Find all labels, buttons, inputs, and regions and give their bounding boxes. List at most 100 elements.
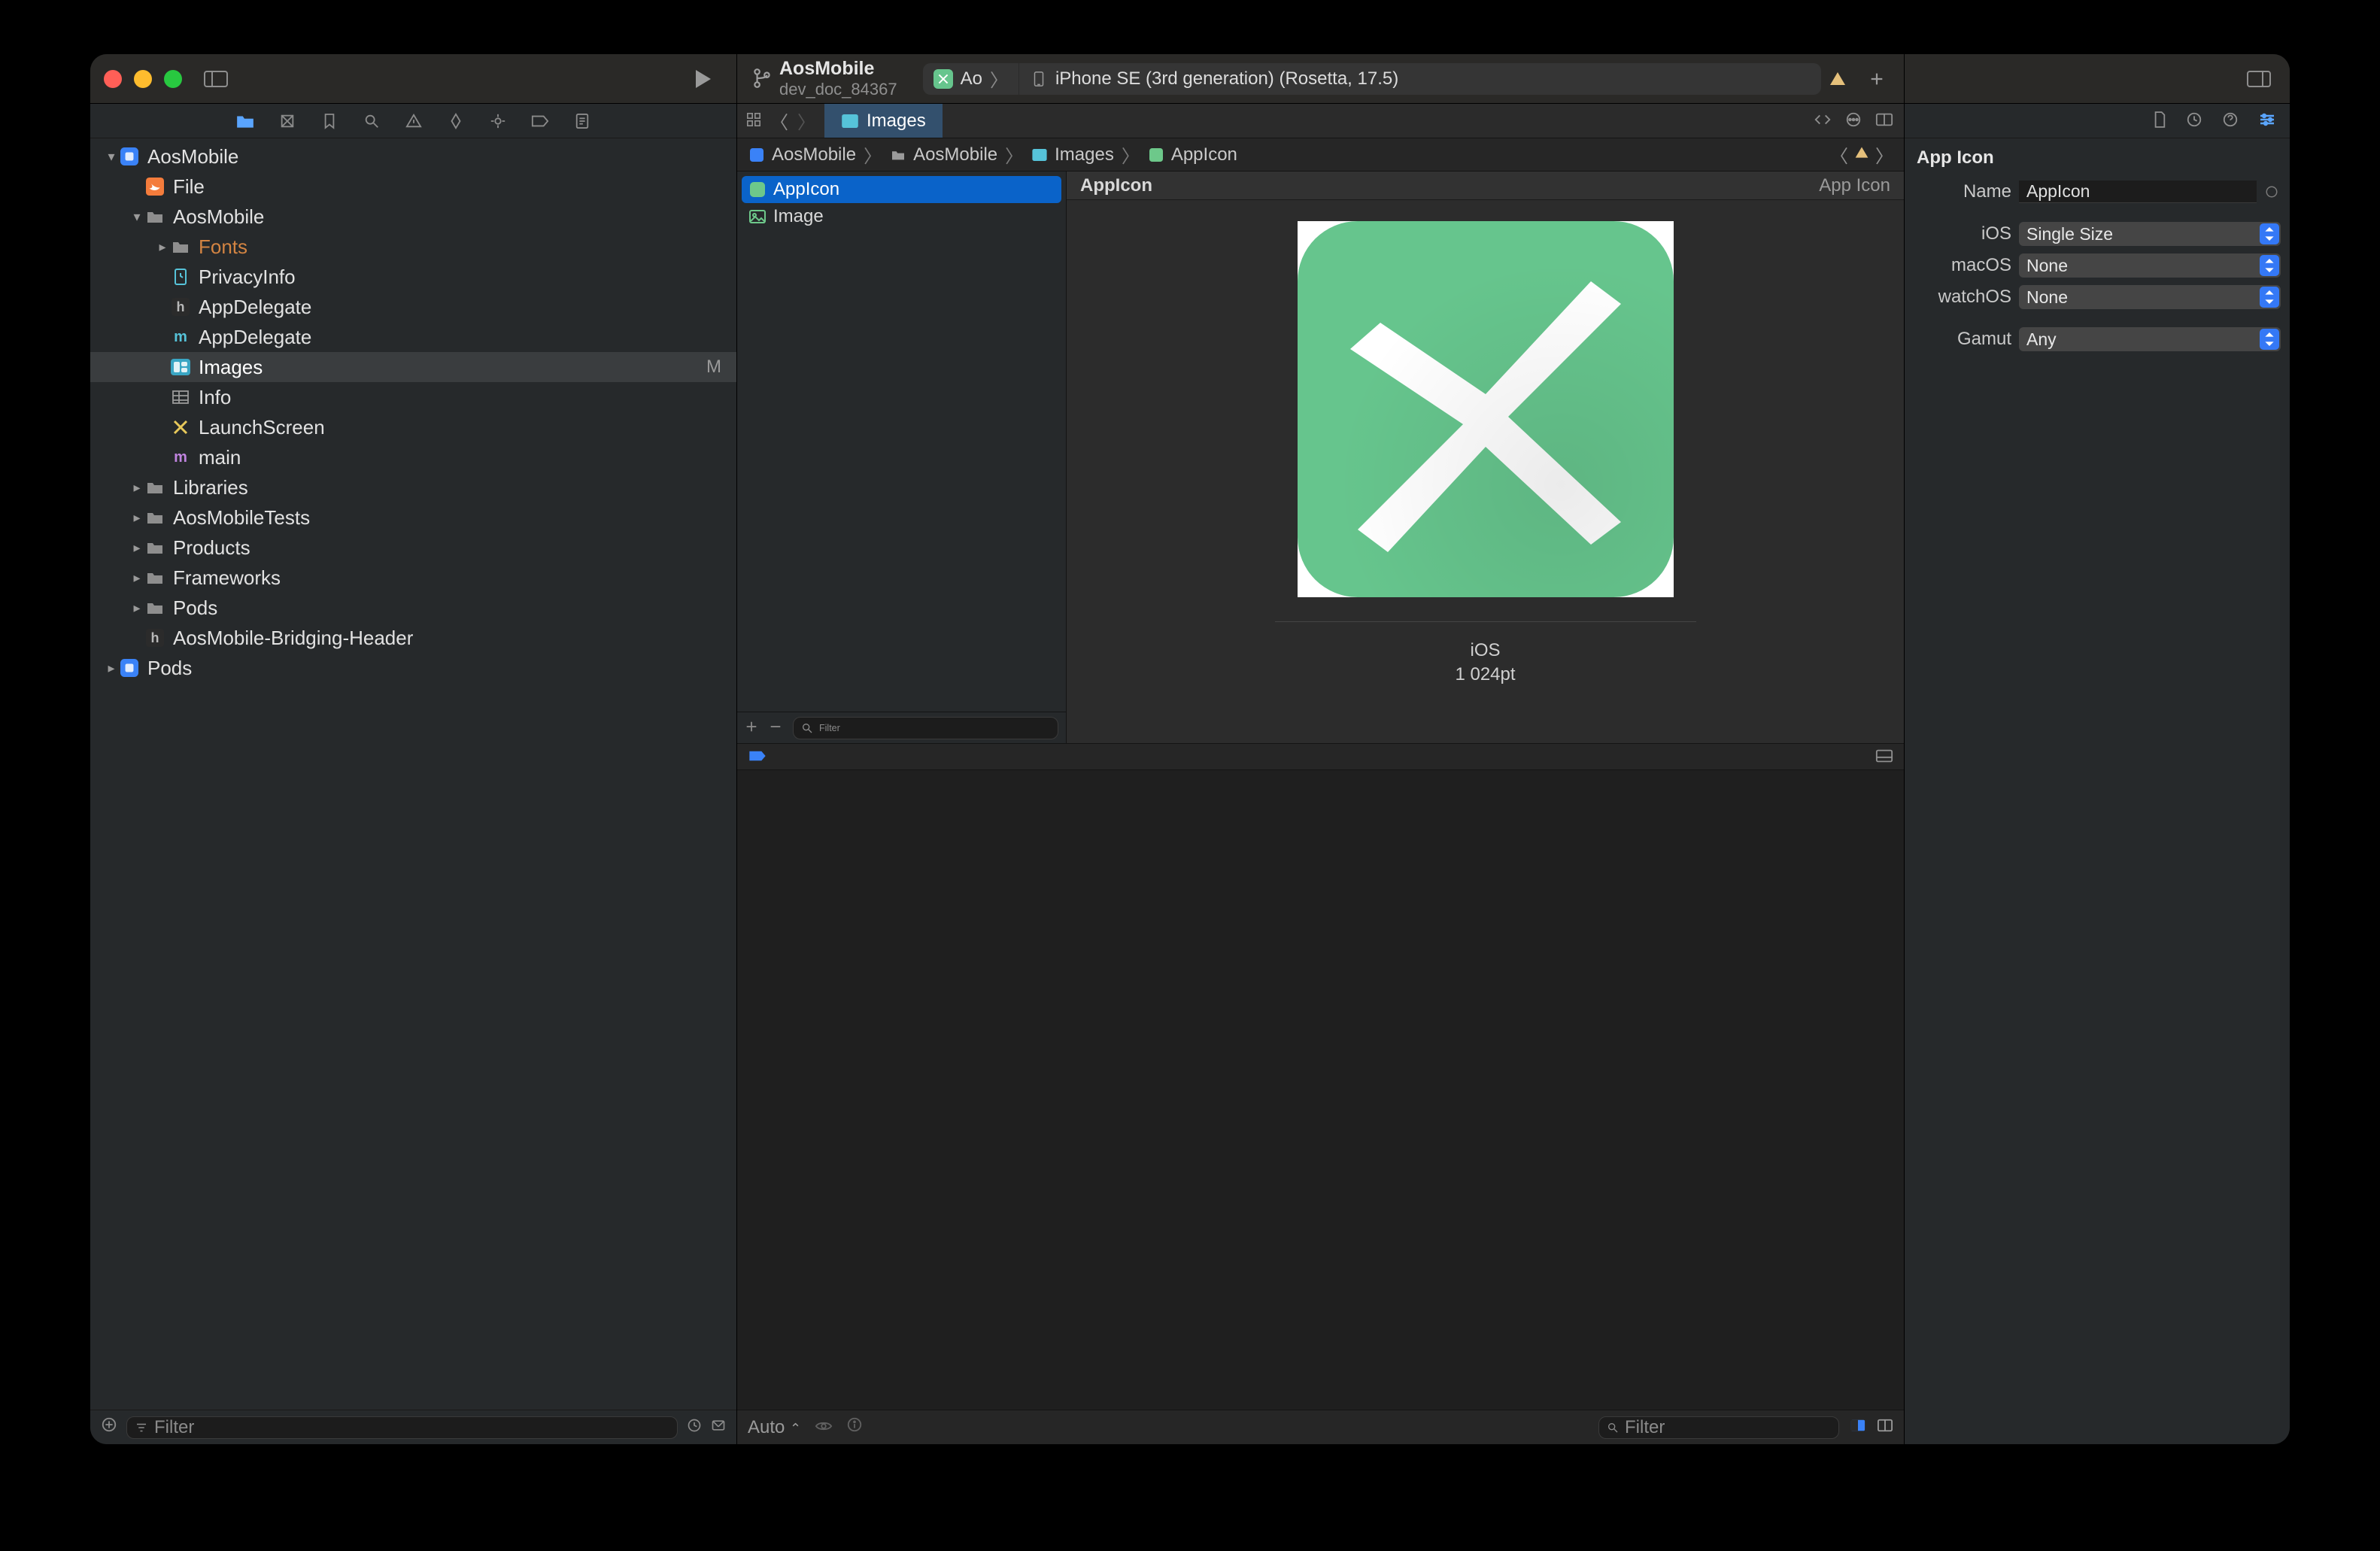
tree-item-label: AosMobile-Bridging-Header xyxy=(173,627,413,650)
tree-row[interactable]: ▸Fonts xyxy=(90,232,736,262)
path-crumb-asset-catalog[interactable]: Images xyxy=(1031,144,1114,165)
tree-row[interactable]: ▸Frameworks xyxy=(90,563,736,593)
disclosure-icon[interactable]: ▸ xyxy=(104,660,119,676)
console-toggle-button[interactable] xyxy=(1875,748,1893,766)
tree-row[interactable]: ▸Libraries xyxy=(90,472,736,502)
tab-images[interactable]: Images xyxy=(824,104,943,138)
disclosure-icon[interactable]: ▸ xyxy=(155,239,170,255)
add-file-button[interactable] xyxy=(101,1416,117,1438)
tree-row[interactable]: mAppDelegate xyxy=(90,322,736,352)
find-navigator-tab[interactable] xyxy=(362,111,381,131)
disclosure-icon[interactable]: ▸ xyxy=(129,570,144,586)
source-control-navigator-tab[interactable] xyxy=(278,111,297,131)
destination-selector[interactable]: iPhone SE (3rd generation) (Rosetta, 17.… xyxy=(1018,63,1821,95)
editor-options-button[interactable] xyxy=(1845,111,1862,130)
tree-row[interactable]: ▸Pods xyxy=(90,653,736,683)
path-crumb-project[interactable]: AosMobile xyxy=(748,144,856,165)
chevron-right-icon: 〉 xyxy=(990,65,1008,92)
tree-row[interactable]: Info xyxy=(90,382,736,412)
scheme-project-block[interactable]: AosMobile dev_doc_84367 xyxy=(748,58,902,99)
add-tab-button[interactable] xyxy=(1868,70,1886,88)
asset-row[interactable]: Image xyxy=(742,203,1061,230)
path-next-button[interactable]: 〉 xyxy=(1875,141,1893,168)
path-prev-button[interactable]: 〈 xyxy=(1830,141,1848,168)
disclosure-icon[interactable]: ▾ xyxy=(104,149,119,165)
attributes-inspector-tab[interactable] xyxy=(2258,112,2276,129)
debug-navigator-tab[interactable] xyxy=(488,111,508,131)
visibility-button[interactable] xyxy=(815,1417,833,1438)
tree-row[interactable]: LaunchScreen xyxy=(90,412,736,442)
tree-row[interactable]: hAppDelegate xyxy=(90,292,736,322)
remove-asset-button[interactable] xyxy=(769,720,782,736)
reports-navigator-tab[interactable] xyxy=(572,111,592,131)
tree-row[interactable]: PrivacyInfo xyxy=(90,262,736,292)
breakpoint-toggle-button[interactable] xyxy=(748,750,767,764)
tree-row[interactable]: ▸AosMobileTests xyxy=(90,502,736,533)
console-view-button[interactable] xyxy=(1877,1417,1893,1438)
asset-label: Image xyxy=(773,206,824,227)
scheme-selector[interactable]: Ao 〉 xyxy=(923,63,1018,95)
tree-row[interactable]: ▾AosMobile xyxy=(90,141,736,171)
project-navigator-tab[interactable] xyxy=(235,111,255,131)
name-label: Name xyxy=(1914,181,2011,202)
tree-row[interactable]: ▸Pods xyxy=(90,593,736,623)
zoom-window-button[interactable] xyxy=(164,70,182,88)
tree-row[interactable]: hAosMobile-Bridging-Header xyxy=(90,623,736,653)
history-inspector-tab[interactable] xyxy=(2186,111,2202,130)
disclosure-icon[interactable]: ▸ xyxy=(129,600,144,616)
tree-item-label: PrivacyInfo xyxy=(199,266,296,289)
inspector-section-title: App Icon xyxy=(1905,138,2290,176)
auto-layout-label[interactable]: Auto ⌃ xyxy=(748,1417,801,1438)
recent-files-filter-button[interactable] xyxy=(687,1417,702,1438)
warning-icon[interactable] xyxy=(1829,70,1847,88)
add-editor-button[interactable] xyxy=(1875,111,1893,130)
breakpoints-navigator-tab[interactable] xyxy=(530,111,550,131)
footer-filter-field[interactable]: Filter xyxy=(1598,1416,1839,1439)
minimize-window-button[interactable] xyxy=(134,70,152,88)
disclosure-icon[interactable]: ▾ xyxy=(129,209,144,225)
info-button[interactable] xyxy=(846,1416,863,1438)
bookmarks-navigator-tab[interactable] xyxy=(320,111,339,131)
path-crumb-group[interactable]: AosMobile xyxy=(889,144,997,165)
scm-filter-button[interactable] xyxy=(711,1417,726,1438)
tree-item-label: AppDelegate xyxy=(199,326,311,349)
asset-row[interactable]: AppIcon xyxy=(742,176,1061,203)
project-tree[interactable]: ▾AosMobileFile▾AosMobile▸FontsPrivacyInf… xyxy=(90,138,736,1410)
titlebar-center: AosMobile dev_doc_84367 Ao 〉 xyxy=(737,54,1905,103)
navigator-filter-field[interactable]: Filter xyxy=(126,1416,678,1439)
gamut-dropdown[interactable]: Any xyxy=(2019,327,2281,351)
close-window-button[interactable] xyxy=(104,70,122,88)
macos-dropdown[interactable]: None xyxy=(2019,253,2281,278)
disclosure-icon[interactable]: ▸ xyxy=(129,540,144,556)
run-button[interactable] xyxy=(687,63,718,95)
debug-console-area[interactable] xyxy=(737,770,1904,1410)
tree-row[interactable]: ImagesM xyxy=(90,352,736,382)
nav-forward-button[interactable]: 〉 xyxy=(797,108,815,134)
issues-navigator-tab[interactable] xyxy=(404,111,423,131)
icon-image-well[interactable] xyxy=(1298,221,1674,597)
file-inspector-tab[interactable] xyxy=(2153,111,2166,131)
watchos-dropdown[interactable]: None xyxy=(2019,285,2281,309)
toggle-inspector-button[interactable] xyxy=(2246,68,2272,90)
asset-filter-field[interactable]: Filter xyxy=(793,717,1058,739)
tree-row[interactable]: mmain xyxy=(90,442,736,472)
tree-row[interactable]: File xyxy=(90,171,736,202)
tests-navigator-tab[interactable] xyxy=(446,111,466,131)
disclosure-icon[interactable]: ▸ xyxy=(129,510,144,526)
nav-back-button[interactable]: 〈 xyxy=(770,108,788,134)
related-items-button[interactable] xyxy=(746,112,761,129)
path-warning-icon[interactable] xyxy=(1854,144,1869,165)
name-field[interactable]: AppIcon xyxy=(2019,181,2257,203)
toggle-navigator-button[interactable] xyxy=(203,68,229,90)
compare-button[interactable] xyxy=(1814,112,1832,129)
ios-dropdown[interactable]: Single Size xyxy=(2019,222,2281,246)
disclosure-icon[interactable]: ▸ xyxy=(129,480,144,496)
tree-row[interactable]: ▸Products xyxy=(90,533,736,563)
editor-tab-bar: 〈 〉 Images xyxy=(737,104,1904,138)
help-inspector-tab[interactable] xyxy=(2222,111,2239,130)
variables-view-button[interactable] xyxy=(1850,1417,1866,1438)
name-reset-button[interactable] xyxy=(2263,183,2281,201)
path-crumb-asset[interactable]: AppIcon xyxy=(1147,144,1237,165)
tree-row[interactable]: ▾AosMobile xyxy=(90,202,736,232)
add-asset-button[interactable] xyxy=(745,720,758,736)
